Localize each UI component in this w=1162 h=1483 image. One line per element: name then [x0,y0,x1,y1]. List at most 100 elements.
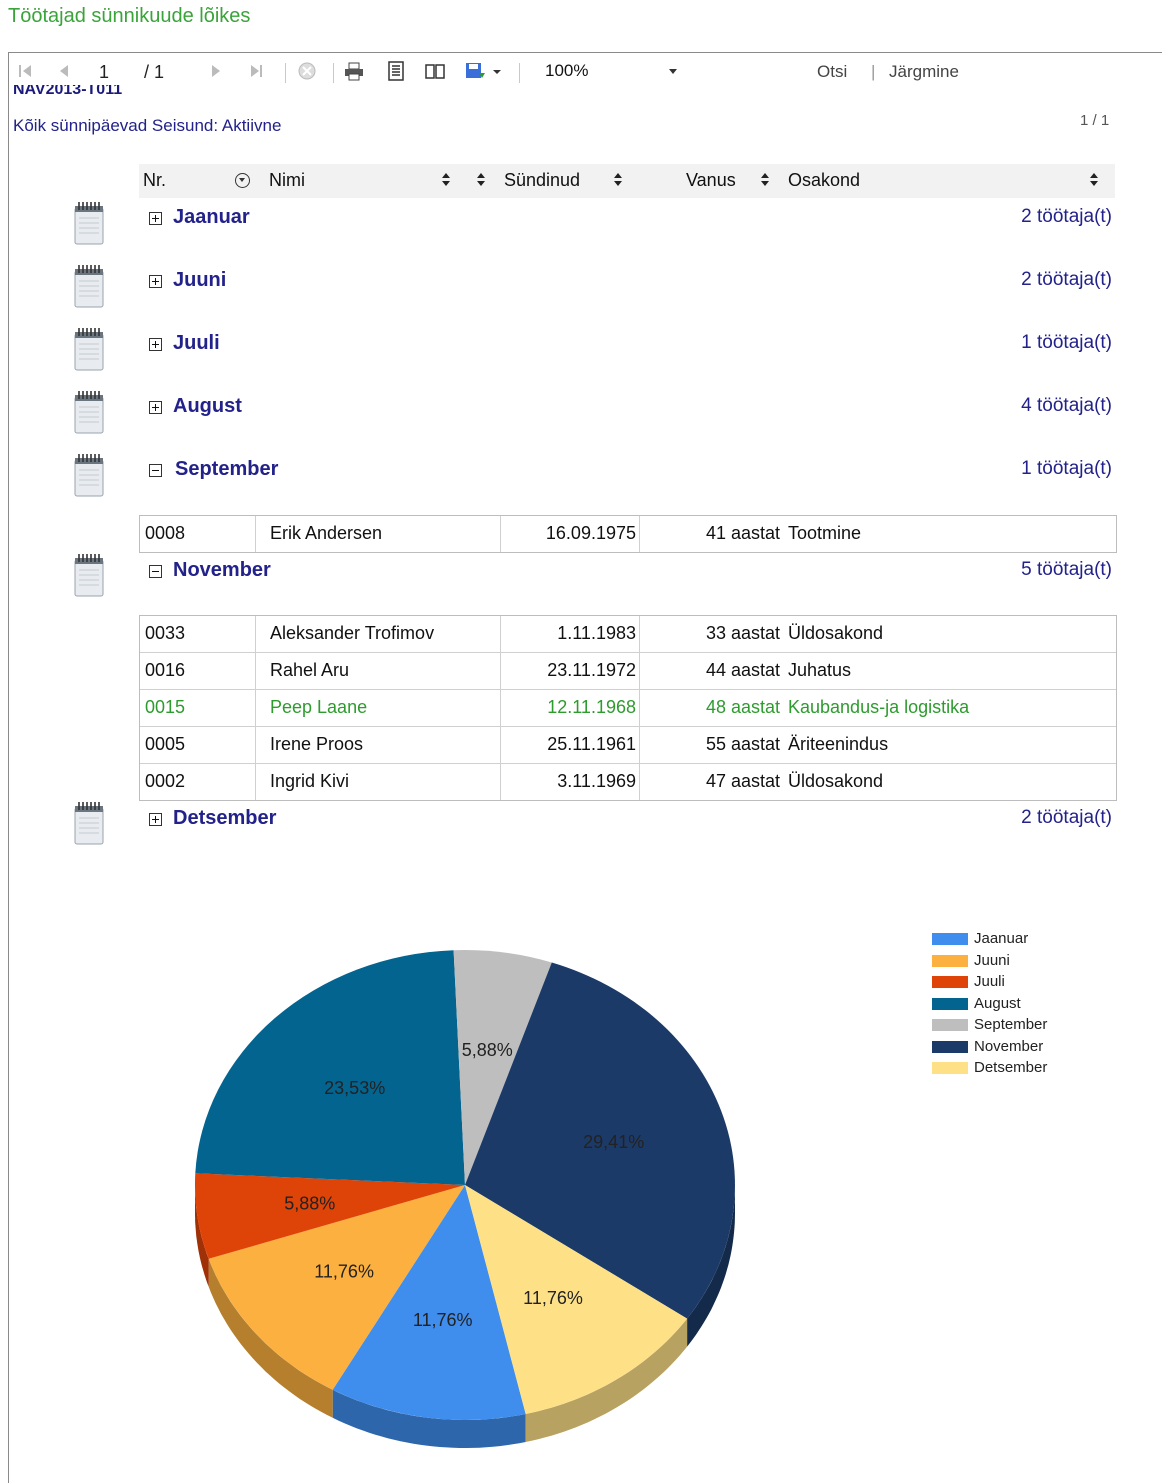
legend-label: Juuli [974,973,1005,990]
column-header-nr[interactable]: Nr. [143,170,166,191]
cell-age: 55 aastat [705,734,780,754]
sort-icon[interactable] [760,172,770,188]
company-header: NAV2013-T011 [13,85,123,97]
calendar-icon [74,202,104,245]
group-count: 2 töötaja(t) [1021,807,1112,828]
table-header: Nr. Nimi Sündinud Vanus Osakond [139,164,1115,198]
expand-icon[interactable] [149,212,162,225]
current-page-input[interactable]: 1 [99,62,109,83]
book-view-icon[interactable] [424,61,446,81]
cell-name: Irene Proos [270,734,364,754]
group-name: Juuni [173,269,227,291]
group-name: Jaanuar [173,206,250,228]
expand-icon[interactable] [149,401,162,414]
toolbar-separator [333,63,334,83]
group-row-august[interactable]: August 4 töötaja(t) [139,393,1115,423]
calendar-icon [74,391,104,434]
pie-label-november: 29,41% [583,1132,644,1152]
expand-icon[interactable] [149,275,162,288]
expand-icon[interactable] [149,338,162,351]
sort-icon[interactable] [441,172,451,188]
sort-icon[interactable] [1089,172,1099,188]
legend-label: August [974,994,1021,1012]
legend-label: Jaanuar [974,930,1029,947]
cell-name: Erik Andersen [270,523,383,543]
table-row[interactable]: 0033 Aleksander Trofimov 1.11.1983 33 aa… [140,616,1116,652]
cell-department: Tootmine [788,523,862,543]
toolbar-separator [519,63,520,83]
cell-name: Rahel Aru [270,660,350,680]
sort-icon[interactable] [476,172,486,188]
save-icon[interactable] [464,61,486,81]
pie-label-august: 23,53% [324,1078,385,1098]
legend-swatch [932,997,968,1010]
legend-label: Juuni [974,951,1010,969]
group-count: 2 töötaja(t) [1021,269,1112,290]
last-page-icon[interactable] [245,61,267,81]
page-number: 1 / 1 [1080,112,1110,129]
legend-swatch [932,1040,968,1053]
group-row-juuni[interactable]: Juuni 2 töötaja(t) [139,267,1115,297]
table-row[interactable]: 0016 Rahel Aru 23.11.1972 44 aastat Juha… [140,652,1116,689]
cell-nr: 0033 [145,623,186,643]
group-count: 1 töötaja(t) [1021,458,1112,479]
legend-label: November [974,1037,1044,1055]
zoom-select[interactable]: 100% [545,61,685,83]
column-header-name[interactable]: Nimi [269,170,305,191]
table-row[interactable]: 0005 Irene Proos 25.11.1961 55 aastat Är… [140,726,1116,763]
calendar-icon [74,265,104,308]
table-row[interactable]: 0008 Erik Andersen 16.09.1975 41 aastat … [140,516,1116,552]
table-row[interactable]: 0002 Ingrid Kivi 3.11.1969 47 aastat Üld… [140,763,1116,800]
prev-page-icon[interactable] [53,61,75,81]
group-row-detsember[interactable]: Detsember 2 töötaja(t) [139,805,1115,835]
group-row-jaanuar[interactable]: Jaanuar 2 töötaja(t) [139,204,1115,234]
pie-slice-august[interactable] [195,950,466,1185]
table-row-highlighted[interactable]: 0015 Peep Laane 12.11.1968 48 aastat Kau… [140,689,1116,726]
pie-label-juuli: 5,88% [284,1193,335,1213]
next-page-icon[interactable] [205,61,227,81]
print-icon[interactable] [343,61,365,81]
search-input[interactable] [711,58,803,84]
group-toggle-icon[interactable] [235,173,250,188]
cell-born: 23.11.1972 [547,660,636,680]
group-name: September [175,458,279,480]
group-count: 2 töötaja(t) [1021,206,1112,227]
expand-icon[interactable] [149,813,162,826]
next-match-link[interactable]: Järgmine [889,62,959,82]
first-page-icon[interactable] [15,61,37,81]
november-table: 0033 Aleksander Trofimov 1.11.1983 33 aa… [139,615,1117,801]
pie-label-september: 5,88% [462,1040,513,1060]
cell-department: Äriteenindus [788,734,889,754]
column-header-age[interactable]: Vanus [686,170,736,191]
column-header-department[interactable]: Osakond [788,170,860,191]
collapse-icon[interactable] [149,565,162,578]
cell-born: 16.09.1975 [545,523,636,543]
group-row-september[interactable]: September 1 töötaja(t) [139,456,1115,486]
legend-swatch [932,1062,968,1074]
chevron-down-icon [669,69,677,74]
cell-nr: 0008 [145,523,186,543]
cell-born: 1.11.1983 [557,623,636,643]
stop-icon[interactable] [296,61,318,81]
cell-department: Juhatus [788,660,852,680]
group-row-juuli[interactable]: Juuli 1 töötaja(t) [139,330,1115,360]
pie-label-juuni: 11,76% [314,1262,374,1282]
page-setup-icon[interactable] [385,61,407,81]
toolbar-separator [285,63,286,83]
cell-name: Ingrid Kivi [270,771,350,791]
page-total: / 1 [144,62,165,82]
search-link[interactable]: Otsi [817,62,847,82]
september-table: 0008 Erik Andersen 16.09.1975 41 aastat … [139,515,1117,553]
legend-swatch [932,933,968,945]
group-count: 5 töötaja(t) [1021,559,1112,580]
cell-department: Üldosakond [788,623,884,643]
sort-icon[interactable] [613,172,623,188]
legend-label: Detsember [974,1059,1048,1076]
cell-born: 12.11.1968 [547,697,636,717]
collapse-icon[interactable] [149,464,162,477]
cell-born: 25.11.1961 [547,734,636,754]
dropdown-icon[interactable] [491,61,503,81]
column-header-born[interactable]: Sündinud [504,170,580,191]
filter-line: Kõik sünnipäevad Seisund: Aktiivne [13,116,282,135]
group-row-november[interactable]: November 5 töötaja(t) [139,557,1115,587]
